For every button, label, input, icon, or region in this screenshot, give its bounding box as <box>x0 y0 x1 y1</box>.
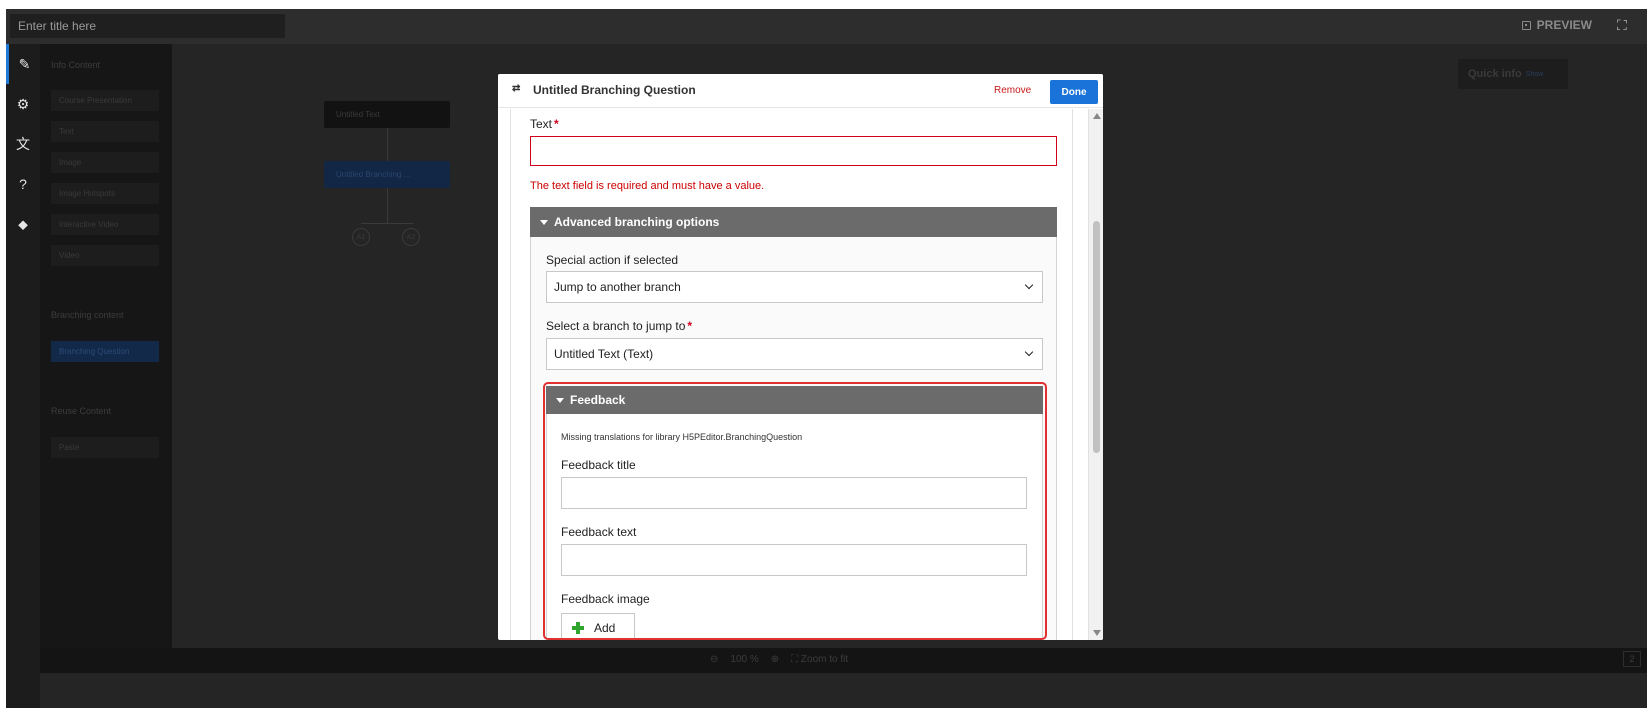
advanced-header-label: Advanced branching options <box>554 215 720 229</box>
panel-item-course-presentation[interactable]: Course Presentation <box>51 90 159 111</box>
text-error-message: The text field is required and must have… <box>530 180 765 192</box>
remove-button[interactable]: Remove <box>994 85 1031 96</box>
panel-item-image[interactable]: Image <box>51 152 159 173</box>
reuse-content-heading: Reuse Content <box>51 406 112 416</box>
zoom-level: 100 % <box>730 654 759 665</box>
dialog-body: Text * The text field is required and mus… <box>498 109 1088 640</box>
branching-question-icon: ⇄ <box>512 83 521 94</box>
panel-item-text[interactable]: Text <box>51 121 159 142</box>
panel-item-paste[interactable]: Paste <box>51 437 159 458</box>
bottom-bar: ⊖ 100 % ⊕ ⛶ Zoom to fit 2 <box>40 648 1647 673</box>
h5p-editor-app: Enter title here PREVIEW ⛶ ✎ ⚙ 文 ? ⬥ Inf… <box>6 9 1647 708</box>
feedback-highlight-outline <box>543 382 1047 640</box>
alternative-a2[interactable]: A2 <box>402 228 420 246</box>
left-rail: ✎ ⚙ 文 ? ⬥ <box>6 44 40 708</box>
tag-icon[interactable]: ⬥ <box>6 204 40 244</box>
panel-item-interactive-video[interactable]: Interactive Video <box>51 214 159 235</box>
zoom-out-icon[interactable]: ⊖ <box>710 654 718 665</box>
dialog-title: Untitled Branching Question <box>533 83 696 97</box>
text-field-label: Text * <box>530 117 559 131</box>
branch-select-label: Select a branch to jump to * <box>546 319 692 333</box>
scrollbar-thumb[interactable] <box>1093 221 1100 453</box>
fit-icon: ⛶ <box>791 654 799 665</box>
panel-item-image-hotspots[interactable]: Image Hotspots <box>51 183 159 204</box>
zoom-to-fit-label: Zoom to fit <box>800 654 849 665</box>
content-panel: Info Content Course Presentation Text Im… <box>40 44 172 648</box>
required-marker: * <box>687 319 693 333</box>
scroll-up-arrow-icon[interactable] <box>1093 113 1101 119</box>
title-input[interactable]: Enter title here <box>10 14 285 38</box>
dialog-scrollbar[interactable] <box>1088 109 1103 640</box>
connector-line <box>387 128 388 161</box>
branch-label: Select a branch to jump to <box>546 319 686 333</box>
collapse-triangle-icon <box>540 219 548 225</box>
chevron-down-icon <box>1024 280 1034 290</box>
preview-icon <box>1521 20 1531 30</box>
branching-content-heading: Branching content <box>51 310 124 320</box>
translate-icon[interactable]: 文 <box>6 124 40 164</box>
gear-icon[interactable]: ⚙ <box>6 84 40 124</box>
edit-icon[interactable]: ✎ <box>6 44 40 84</box>
connector-line <box>387 188 388 223</box>
text-label: Text <box>530 117 553 131</box>
text-input[interactable] <box>530 136 1057 166</box>
canvas-node-branching[interactable]: Untitled Branching ... <box>324 161 450 188</box>
quick-info-label: Quick info <box>1468 68 1522 80</box>
page-indicator: 2 <box>1623 651 1641 667</box>
quick-info[interactable]: Quick info Show <box>1458 59 1568 89</box>
zoom-in-icon[interactable]: ⊕ <box>771 654 779 665</box>
advanced-branching-options-header[interactable]: Advanced branching options <box>530 207 1057 237</box>
connector-line <box>361 223 413 224</box>
chevron-down-icon <box>1024 347 1034 357</box>
branching-question-dialog: ⇄ Untitled Branching Question Remove Don… <box>498 74 1103 640</box>
quick-info-show[interactable]: Show <box>1526 71 1544 78</box>
special-action-select[interactable]: Jump to another branch <box>546 271 1043 303</box>
preview-button[interactable]: PREVIEW <box>1521 18 1592 32</box>
branch-select[interactable]: Untitled Text (Text) <box>546 338 1043 370</box>
zoom-controls: ⊖ 100 % ⊕ ⛶ Zoom to fit <box>710 654 848 665</box>
top-bar: Enter title here PREVIEW ⛶ <box>6 9 1647 44</box>
info-content-heading: Info Content <box>51 60 101 70</box>
panel-item-video[interactable]: Video <box>51 245 159 266</box>
scroll-down-arrow-icon[interactable] <box>1093 630 1101 636</box>
zoom-to-fit-button[interactable]: ⛶ Zoom to fit <box>791 654 848 665</box>
branch-value: Untitled Text (Text) <box>554 347 654 361</box>
canvas-node-text[interactable]: Untitled Text <box>324 101 450 128</box>
panel-item-branching-question[interactable]: Branching Question <box>51 341 159 362</box>
special-action-value: Jump to another branch <box>554 280 681 294</box>
done-button[interactable]: Done <box>1050 80 1098 104</box>
special-action-label: Special action if selected <box>546 253 679 267</box>
fullscreen-icon[interactable]: ⛶ <box>1617 18 1631 32</box>
dialog-header: ⇄ Untitled Branching Question Remove Don… <box>498 74 1103 108</box>
required-marker: * <box>554 117 559 131</box>
alternative-a1[interactable]: A1 <box>352 228 370 246</box>
preview-label: PREVIEW <box>1536 18 1592 32</box>
help-icon[interactable]: ? <box>6 164 40 204</box>
